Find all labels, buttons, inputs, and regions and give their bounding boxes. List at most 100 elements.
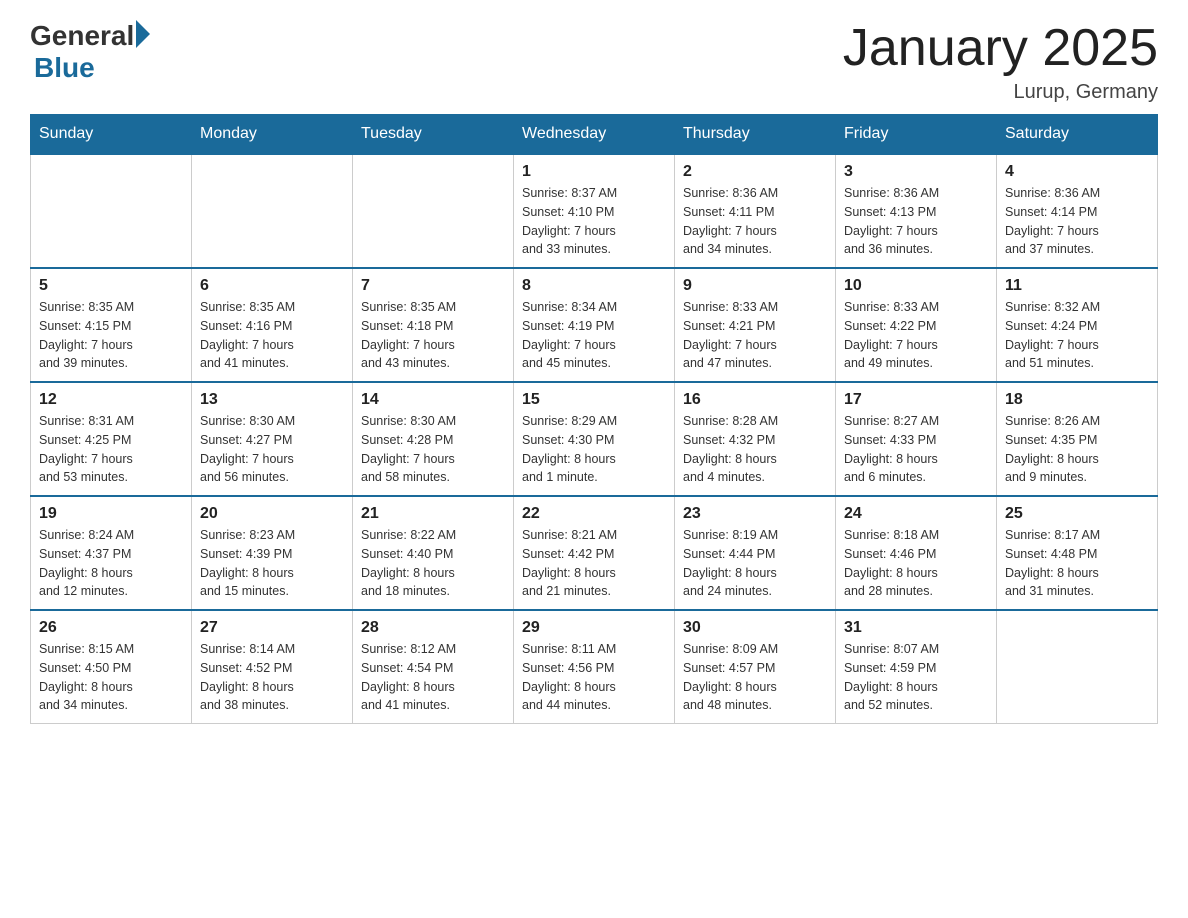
calendar-week-row: 19 Sunrise: 8:24 AMSunset: 4:37 PMDayligh… bbox=[31, 496, 1158, 610]
calendar-cell: 22 Sunrise: 8:21 AMSunset: 4:42 PMDayligh… bbox=[514, 496, 675, 610]
day-info: Sunrise: 8:24 AMSunset: 4:37 PMDaylight:… bbox=[39, 526, 183, 601]
day-info: Sunrise: 8:29 AMSunset: 4:30 PMDaylight:… bbox=[522, 412, 666, 487]
day-number: 11 bbox=[1005, 277, 1149, 295]
day-info: Sunrise: 8:14 AMSunset: 4:52 PMDaylight:… bbox=[200, 640, 344, 715]
logo-blue-text: Blue bbox=[34, 52, 95, 84]
day-number: 24 bbox=[844, 505, 988, 523]
logo-general-text: General bbox=[30, 20, 134, 52]
calendar-cell: 29 Sunrise: 8:11 AMSunset: 4:56 PMDayligh… bbox=[514, 610, 675, 724]
day-number: 29 bbox=[522, 619, 666, 637]
calendar-week-row: 1 Sunrise: 8:37 AMSunset: 4:10 PMDaylight… bbox=[31, 154, 1158, 268]
day-info: Sunrise: 8:34 AMSunset: 4:19 PMDaylight:… bbox=[522, 298, 666, 373]
day-number: 2 bbox=[683, 163, 827, 181]
logo: General Blue bbox=[30, 20, 150, 84]
calendar-cell: 17Sunrise: 8:27 AMSunset: 4:33 PMDayligh… bbox=[836, 382, 997, 496]
column-header-thursday: Thursday bbox=[675, 115, 836, 155]
day-number: 9 bbox=[683, 277, 827, 295]
day-number: 26 bbox=[39, 619, 183, 637]
calendar-cell: 12 Sunrise: 8:31 AMSunset: 4:25 PMDayligh… bbox=[31, 382, 192, 496]
column-header-saturday: Saturday bbox=[997, 115, 1158, 155]
day-number: 22 bbox=[522, 505, 666, 523]
calendar-week-row: 12 Sunrise: 8:31 AMSunset: 4:25 PMDayligh… bbox=[31, 382, 1158, 496]
day-info: Sunrise: 8:22 AMSunset: 4:40 PMDaylight:… bbox=[361, 526, 505, 601]
day-info: Sunrise: 8:30 AMSunset: 4:28 PMDaylight:… bbox=[361, 412, 505, 487]
day-info: Sunrise: 8:09 AMSunset: 4:57 PMDaylight:… bbox=[683, 640, 827, 715]
column-header-friday: Friday bbox=[836, 115, 997, 155]
day-number: 12 bbox=[39, 391, 183, 409]
day-info: Sunrise: 8:33 AMSunset: 4:21 PMDaylight:… bbox=[683, 298, 827, 373]
calendar-title-block: January 2025 Lurup, Germany bbox=[843, 20, 1158, 104]
day-number: 20 bbox=[200, 505, 344, 523]
column-header-monday: Monday bbox=[192, 115, 353, 155]
day-number: 19 bbox=[39, 505, 183, 523]
calendar-subtitle: Lurup, Germany bbox=[843, 81, 1158, 104]
day-number: 15 bbox=[522, 391, 666, 409]
day-info: Sunrise: 8:11 AMSunset: 4:56 PMDaylight:… bbox=[522, 640, 666, 715]
day-number: 14 bbox=[361, 391, 505, 409]
calendar-cell: 23Sunrise: 8:19 AMSunset: 4:44 PMDayligh… bbox=[675, 496, 836, 610]
day-info: Sunrise: 8:26 AMSunset: 4:35 PMDaylight:… bbox=[1005, 412, 1149, 487]
day-info: Sunrise: 8:12 AMSunset: 4:54 PMDaylight:… bbox=[361, 640, 505, 715]
calendar-cell: 26 Sunrise: 8:15 AMSunset: 4:50 PMDayligh… bbox=[31, 610, 192, 724]
calendar-week-row: 26 Sunrise: 8:15 AMSunset: 4:50 PMDayligh… bbox=[31, 610, 1158, 724]
day-info: Sunrise: 8:28 AMSunset: 4:32 PMDaylight:… bbox=[683, 412, 827, 487]
calendar-header-row: SundayMondayTuesdayWednesdayThursdayFrid… bbox=[31, 115, 1158, 155]
day-number: 31 bbox=[844, 619, 988, 637]
calendar-cell: 4Sunrise: 8:36 AMSunset: 4:14 PMDaylight… bbox=[997, 154, 1158, 268]
calendar-cell bbox=[192, 154, 353, 268]
day-number: 23 bbox=[683, 505, 827, 523]
day-info: Sunrise: 8:21 AMSunset: 4:42 PMDaylight:… bbox=[522, 526, 666, 601]
calendar-cell: 31 Sunrise: 8:07 AMSunset: 4:59 PMDayligh… bbox=[836, 610, 997, 724]
day-number: 5 bbox=[39, 277, 183, 295]
day-number: 7 bbox=[361, 277, 505, 295]
day-info: Sunrise: 8:27 AMSunset: 4:33 PMDaylight:… bbox=[844, 412, 988, 487]
day-number: 27 bbox=[200, 619, 344, 637]
day-info: Sunrise: 8:17 AMSunset: 4:48 PMDaylight:… bbox=[1005, 526, 1149, 601]
day-info: Sunrise: 8:18 AMSunset: 4:46 PMDaylight:… bbox=[844, 526, 988, 601]
calendar-cell: 2 Sunrise: 8:36 AMSunset: 4:11 PMDaylight… bbox=[675, 154, 836, 268]
calendar-cell: 20 Sunrise: 8:23 AMSunset: 4:39 PMDayligh… bbox=[192, 496, 353, 610]
calendar-cell: 5Sunrise: 8:35 AMSunset: 4:15 PMDaylight… bbox=[31, 268, 192, 382]
logo-arrow-icon bbox=[136, 20, 150, 48]
calendar-cell: 25 Sunrise: 8:17 AMSunset: 4:48 PMDayligh… bbox=[997, 496, 1158, 610]
day-info: Sunrise: 8:36 AMSunset: 4:11 PMDaylight:… bbox=[683, 184, 827, 259]
day-number: 30 bbox=[683, 619, 827, 637]
column-header-tuesday: Tuesday bbox=[353, 115, 514, 155]
day-number: 13 bbox=[200, 391, 344, 409]
calendar-cell: 3Sunrise: 8:36 AMSunset: 4:13 PMDaylight… bbox=[836, 154, 997, 268]
day-info: Sunrise: 8:31 AMSunset: 4:25 PMDaylight:… bbox=[39, 412, 183, 487]
calendar-cell: 30 Sunrise: 8:09 AMSunset: 4:57 PMDayligh… bbox=[675, 610, 836, 724]
calendar-cell: 16Sunrise: 8:28 AMSunset: 4:32 PMDayligh… bbox=[675, 382, 836, 496]
day-number: 4 bbox=[1005, 163, 1149, 181]
calendar-cell: 14 Sunrise: 8:30 AMSunset: 4:28 PMDayligh… bbox=[353, 382, 514, 496]
calendar-cell: 18Sunrise: 8:26 AMSunset: 4:35 PMDayligh… bbox=[997, 382, 1158, 496]
day-number: 10 bbox=[844, 277, 988, 295]
calendar-cell: 24 Sunrise: 8:18 AMSunset: 4:46 PMDayligh… bbox=[836, 496, 997, 610]
calendar-cell bbox=[997, 610, 1158, 724]
day-number: 8 bbox=[522, 277, 666, 295]
calendar-cell: 27 Sunrise: 8:14 AMSunset: 4:52 PMDayligh… bbox=[192, 610, 353, 724]
day-info: Sunrise: 8:35 AMSunset: 4:18 PMDaylight:… bbox=[361, 298, 505, 373]
calendar-cell: 6Sunrise: 8:35 AMSunset: 4:16 PMDaylight… bbox=[192, 268, 353, 382]
calendar-cell: 10 Sunrise: 8:33 AMSunset: 4:22 PMDayligh… bbox=[836, 268, 997, 382]
column-header-sunday: Sunday bbox=[31, 115, 192, 155]
day-info: Sunrise: 8:33 AMSunset: 4:22 PMDaylight:… bbox=[844, 298, 988, 373]
day-info: Sunrise: 8:36 AMSunset: 4:13 PMDaylight:… bbox=[844, 184, 988, 259]
day-info: Sunrise: 8:07 AMSunset: 4:59 PMDaylight:… bbox=[844, 640, 988, 715]
calendar-cell: 11 Sunrise: 8:32 AMSunset: 4:24 PMDayligh… bbox=[997, 268, 1158, 382]
day-info: Sunrise: 8:30 AMSunset: 4:27 PMDaylight:… bbox=[200, 412, 344, 487]
calendar-title: January 2025 bbox=[843, 20, 1158, 77]
day-number: 1 bbox=[522, 163, 666, 181]
day-info: Sunrise: 8:23 AMSunset: 4:39 PMDaylight:… bbox=[200, 526, 344, 601]
day-number: 25 bbox=[1005, 505, 1149, 523]
day-info: Sunrise: 8:32 AMSunset: 4:24 PMDaylight:… bbox=[1005, 298, 1149, 373]
calendar-cell: 21Sunrise: 8:22 AMSunset: 4:40 PMDayligh… bbox=[353, 496, 514, 610]
calendar-cell: 9 Sunrise: 8:33 AMSunset: 4:21 PMDaylight… bbox=[675, 268, 836, 382]
day-info: Sunrise: 8:15 AMSunset: 4:50 PMDaylight:… bbox=[39, 640, 183, 715]
calendar-table: SundayMondayTuesdayWednesdayThursdayFrid… bbox=[30, 114, 1158, 724]
day-number: 28 bbox=[361, 619, 505, 637]
day-number: 6 bbox=[200, 277, 344, 295]
calendar-cell: 8 Sunrise: 8:34 AMSunset: 4:19 PMDaylight… bbox=[514, 268, 675, 382]
calendar-cell: 1 Sunrise: 8:37 AMSunset: 4:10 PMDaylight… bbox=[514, 154, 675, 268]
day-info: Sunrise: 8:37 AMSunset: 4:10 PMDaylight:… bbox=[522, 184, 666, 259]
